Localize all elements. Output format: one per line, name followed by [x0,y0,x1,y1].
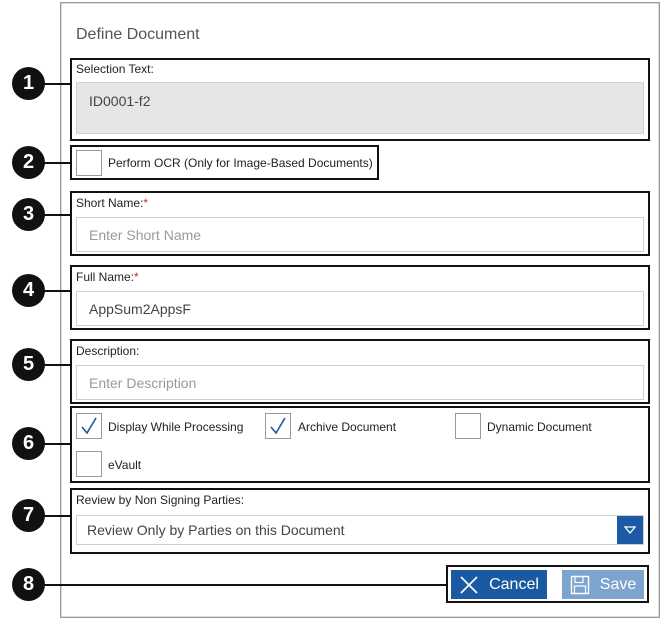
review-select[interactable]: Review Only by Parties on this Document [76,515,644,545]
save-button[interactable]: Save [562,570,644,599]
callout-3: 3 [12,198,45,231]
selection-text-label: Selection Text: [76,62,154,76]
callout-8: 8 [12,568,45,601]
dynamic-document-label: Dynamic Document [487,420,592,434]
short-name-placeholder: Enter Short Name [89,226,202,243]
callout-5: 5 [12,348,45,381]
evault-checkbox[interactable] [76,451,102,477]
options-section [70,406,650,483]
cancel-label: Cancel [489,575,539,593]
callout-2: 2 [12,146,45,179]
display-while-processing-label: Display While Processing [108,420,244,434]
full-name-input[interactable]: AppSum2AppsF [76,291,644,326]
close-icon [459,575,479,595]
required-marker: * [143,196,149,210]
chevron-down-icon[interactable] [617,516,643,544]
callout-1: 1 [12,67,45,100]
check-icon [270,417,286,435]
evault-label: eVault [108,458,142,472]
selection-text-value: ID0001-f2 [89,93,151,109]
archive-document-checkbox[interactable] [265,413,291,439]
floppy-disk-icon [570,575,590,595]
description-input[interactable]: Enter Description [76,365,644,400]
description-placeholder: Enter Description [89,374,197,391]
short-name-label-text: Short Name: [76,196,144,210]
full-name-label: Full Name:* [76,270,139,284]
short-name-input[interactable]: Enter Short Name [76,217,644,252]
cancel-button[interactable]: Cancel [451,570,547,599]
save-label: Save [599,575,637,593]
short-name-label: Short Name:* [76,196,148,210]
selection-text-field[interactable]: ID0001-f2 [76,82,644,134]
review-selected-value: Review Only by Parties on this Document [87,522,345,538]
callout-6: 6 [12,427,45,460]
callout-4: 4 [12,274,45,307]
callout-line-8 [28,584,452,586]
ocr-checkbox[interactable] [76,150,102,176]
description-label: Description: [76,344,140,358]
dialog-title: Define Document [76,26,200,43]
dynamic-document-checkbox[interactable] [455,413,481,439]
display-while-processing-checkbox[interactable] [76,413,102,439]
full-name-value: AppSum2AppsF [89,300,191,317]
ocr-label: Perform OCR (Only for Image-Based Docume… [108,156,373,170]
check-icon [81,417,97,435]
required-marker: * [134,270,139,284]
full-name-label-text: Full Name: [76,270,135,284]
callout-7: 7 [12,499,45,532]
review-label: Review by Non Signing Parties: [76,493,245,507]
archive-document-label: Archive Document [298,420,397,434]
